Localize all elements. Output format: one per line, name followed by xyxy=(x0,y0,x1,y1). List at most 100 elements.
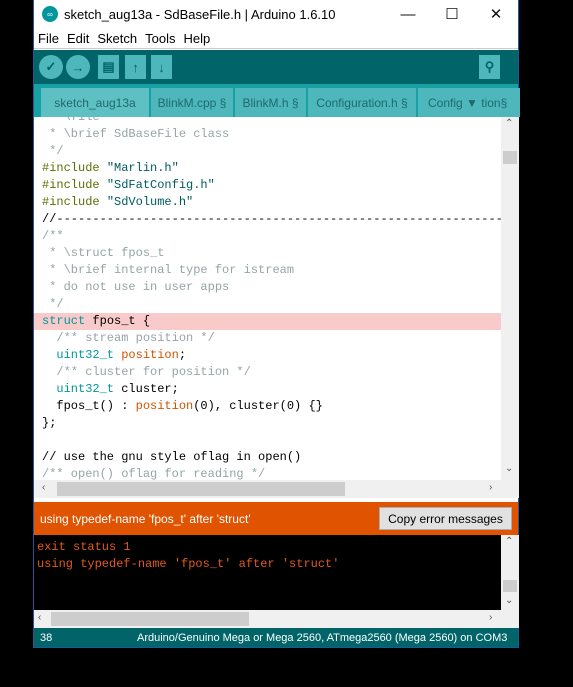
code-token: * \struct fpos_t xyxy=(42,246,165,260)
tab-blinkm-cpp[interactable]: BlinkM.cpp § xyxy=(151,88,233,117)
code-token: #include xyxy=(42,178,107,192)
arduino-logo-icon: ∞ xyxy=(42,6,58,22)
console-horizontal-scrollbar[interactable]: ‹ › xyxy=(34,610,519,628)
code-token: }; xyxy=(42,416,57,430)
tab-blinkm-h[interactable]: BlinkM.h § xyxy=(235,88,306,117)
code-token: */ xyxy=(42,297,64,311)
code-token: cluster; xyxy=(114,382,179,396)
line-number: 38 xyxy=(40,631,53,644)
code-line: * \file xyxy=(34,117,501,126)
code-token: * \file xyxy=(42,117,100,124)
scroll-thumb[interactable] xyxy=(51,612,249,626)
code-line: /** cluster for position */ xyxy=(34,364,501,381)
menu-file[interactable]: File xyxy=(34,31,63,46)
close-button[interactable]: ✕ xyxy=(474,0,518,28)
code-line: /** xyxy=(34,228,501,245)
code-token: * \brief SdBaseFile class xyxy=(42,127,230,141)
code-token: position xyxy=(135,399,194,413)
code-line-error-highlight: struct fpos_t { xyxy=(34,313,501,330)
menu-help[interactable]: Help xyxy=(179,31,214,46)
scroll-right-icon[interactable]: › xyxy=(489,482,492,493)
board-info: Arduino/Genuino Mega or Mega 2560, ATmeg… xyxy=(137,631,508,644)
minimize-button[interactable]: — xyxy=(386,0,430,28)
code-line: }; xyxy=(34,415,501,432)
scroll-up-icon[interactable]: ⌃ xyxy=(505,536,513,547)
upload-button[interactable]: → xyxy=(66,55,90,79)
scroll-up-icon[interactable]: ⌃ xyxy=(505,118,513,129)
tab-sketch[interactable]: sketch_aug13a xyxy=(41,88,149,117)
code-token: /** cluster for position */ xyxy=(42,365,251,379)
console-line: using typedef-name 'fpos_t' after 'struc… xyxy=(37,557,340,571)
scroll-down-icon[interactable]: ⌄ xyxy=(505,463,513,474)
code-token: ; xyxy=(178,348,187,362)
maximize-button[interactable]: ☐ xyxy=(430,0,474,28)
code-line: * \struct fpos_t xyxy=(34,245,501,262)
code-line: uint32_t cluster; xyxy=(34,381,501,398)
code-line: #include "SdFatConfig.h" xyxy=(34,177,501,194)
menu-edit[interactable]: Edit xyxy=(63,31,93,46)
code-line: */ xyxy=(34,296,501,313)
code-token: position xyxy=(121,348,179,362)
code-token: // use the gnu style oflag in open() xyxy=(42,450,302,464)
status-bar: 38 Arduino/Genuino Mega or Mega 2560, AT… xyxy=(34,628,518,647)
code-token: fpos_t() : xyxy=(42,399,136,413)
open-button[interactable]: ↑ xyxy=(125,55,146,79)
scroll-down-icon[interactable]: ⌄ xyxy=(505,595,513,606)
code-token: #include xyxy=(42,161,107,175)
menu-sketch[interactable]: Sketch xyxy=(93,31,141,46)
code-line: //--------------------------------------… xyxy=(34,211,501,228)
code-token: "SdVolume.h" xyxy=(106,195,194,209)
code-line: * \brief internal type for istream xyxy=(34,262,501,279)
code-line: // use the gnu style oflag in open() xyxy=(34,449,501,466)
copy-error-messages-button[interactable]: Copy error messages xyxy=(379,507,512,530)
code-line: */ xyxy=(34,143,501,160)
code-line: uint32_t position; xyxy=(34,347,501,364)
code-line: #include "Marlin.h" xyxy=(34,160,501,177)
code-token: * \brief internal type for istream xyxy=(42,263,295,277)
scroll-left-icon[interactable]: ‹ xyxy=(38,612,41,623)
code-token: /** xyxy=(42,229,64,243)
scroll-right-icon[interactable]: › xyxy=(489,612,492,623)
code-line: #include "SdVolume.h" xyxy=(34,194,501,211)
tab-overflow-menu[interactable]: Config ▼ tion§ xyxy=(418,88,520,117)
tab-configuration-h[interactable]: Configuration.h § xyxy=(308,88,416,117)
code-line: fpos_t() : position(0), cluster(0) {} xyxy=(34,398,501,415)
toolbar: ✓ → ▤ ↑ ↓ ⚲ xyxy=(34,50,518,84)
editor-horizontal-scrollbar[interactable]: ‹ › xyxy=(34,480,519,498)
console-line: exit status 1 xyxy=(37,540,131,554)
code-token: /** open() oflag for reading */ xyxy=(42,467,266,480)
scroll-thumb[interactable] xyxy=(503,580,517,592)
menu-bar: File Edit Sketch Tools Help xyxy=(34,28,518,49)
code-token: //--------------------------------------… xyxy=(42,212,501,226)
error-message: using typedef-name 'fpos_t' after 'struc… xyxy=(40,512,251,526)
code-token: fpos_t { xyxy=(85,314,151,328)
code-token: "Marlin.h" xyxy=(106,161,179,175)
title-bar: ∞ sketch_aug13a - SdBaseFile.h | Arduino… xyxy=(34,0,518,28)
code-token: struct xyxy=(42,314,86,328)
code-token: */ xyxy=(42,144,64,158)
serial-monitor-button[interactable]: ⚲ xyxy=(479,55,500,79)
console-vertical-scrollbar[interactable]: ⌃ ⌄ xyxy=(501,535,519,610)
save-button[interactable]: ↓ xyxy=(151,55,172,79)
scroll-thumb[interactable] xyxy=(503,151,517,164)
new-button[interactable]: ▤ xyxy=(98,55,119,79)
code-line: * \brief SdBaseFile class xyxy=(34,126,501,143)
error-bar: using typedef-name 'fpos_t' after 'struc… xyxy=(34,502,518,535)
code-editor[interactable]: * \file * \brief SdBaseFile class */ #inc… xyxy=(34,117,501,480)
scroll-thumb[interactable] xyxy=(57,482,345,496)
menu-tools[interactable]: Tools xyxy=(141,31,179,46)
code-line: /** stream position */ xyxy=(34,330,501,347)
scroll-left-icon[interactable]: ‹ xyxy=(42,482,45,493)
code-line: /** open() oflag for reading */ xyxy=(34,466,501,480)
code-line: * do not use in user apps xyxy=(34,279,501,296)
editor-vertical-scrollbar[interactable]: ⌃ ⌄ xyxy=(501,117,519,480)
code-token: uint32_t xyxy=(42,348,115,362)
verify-button[interactable]: ✓ xyxy=(39,55,63,79)
code-token: "SdFatConfig.h" xyxy=(106,178,215,192)
code-token: #include xyxy=(42,195,107,209)
code-token: /** stream position */ xyxy=(42,331,215,345)
code-token: uint32_t xyxy=(42,382,115,396)
arduino-window: ∞ sketch_aug13a - SdBaseFile.h | Arduino… xyxy=(33,0,520,648)
code-token: * do not use in user apps xyxy=(42,280,230,294)
